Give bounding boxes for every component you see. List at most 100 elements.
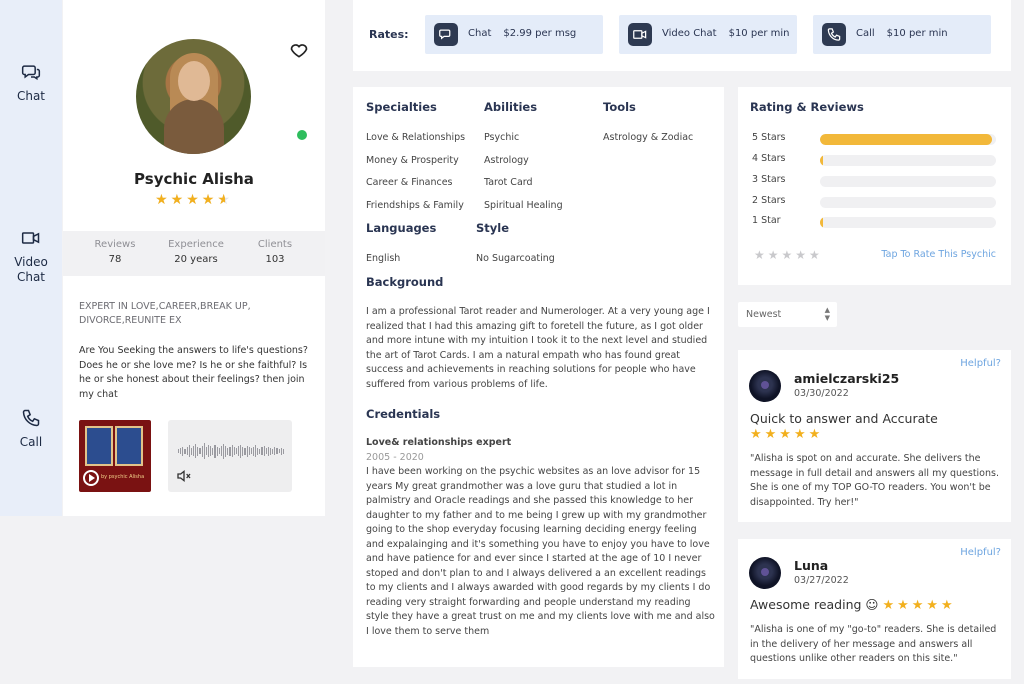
audio-intro-player[interactable] (168, 420, 292, 492)
intro-video-thumbnail[interactable]: by psychic Alisha (79, 420, 151, 492)
rail-chat-label: Chat (16, 89, 46, 103)
rating-row-label: 1 Star (752, 215, 781, 226)
online-status-dot (295, 128, 309, 142)
review-card: Helpful? Luna 03/27/2022 Awesome reading… (738, 539, 1011, 679)
rail-call-button[interactable]: Call (0, 408, 62, 450)
reviewer-name: amielczarski25 (794, 371, 900, 386)
review-title-row: Awesome reading ☺ ★★★★★ (750, 597, 956, 613)
chat-icon (21, 65, 41, 81)
profile-stats: Reviews 78 Experience 20 years Clients 103 (63, 231, 325, 276)
rating-bar-fill (820, 217, 823, 228)
rating-bar-fill (820, 155, 823, 166)
review-title: Awesome reading ☺ (750, 597, 879, 612)
phone-icon (827, 28, 841, 41)
action-rail: Chat Video Chat Call (0, 0, 62, 516)
psychic-rating-stars: ★★★★★★★★★★ (155, 192, 233, 208)
video-caption: by psychic Alisha (101, 474, 145, 480)
review-title: Quick to answer and Accurate (750, 411, 938, 426)
favorite-heart-icon[interactable] (289, 40, 309, 60)
review-date: 03/30/2022 (794, 388, 849, 399)
rail-video-chat-button[interactable]: Video Chat (0, 228, 62, 285)
tools-heading: Tools (603, 100, 636, 114)
sort-value: Newest (746, 309, 782, 320)
rating-row-label: 3 Stars (752, 174, 786, 185)
review-stars: ★★★★★ (882, 598, 956, 613)
credential-name: Love& relationships expert (366, 437, 512, 448)
rate-call-name: Call (856, 28, 875, 39)
rates-bar: Rates: Chat $2.99 per msg Video Chat $10 p… (353, 0, 1011, 71)
rating-row: 2 Stars (752, 195, 997, 209)
rate-chat-price: $2.99 per msg (503, 28, 577, 39)
stat-experience: Experience 20 years (168, 239, 224, 265)
helpful-button[interactable]: Helpful? (960, 358, 1001, 369)
ability-item: Astrology (484, 155, 529, 166)
rail-chat-button[interactable]: Chat (0, 62, 62, 104)
credential-years: 2005 - 2020 (366, 452, 424, 463)
rate-call-price: $10 per min (886, 28, 948, 39)
credential-text: I have been working on the psychic websi… (366, 466, 715, 637)
rating-bar-fill (820, 134, 993, 145)
review-card: Helpful? amielczarski25 03/30/2022 Quick… (738, 350, 1011, 522)
ratings-heading: Rating & Reviews (750, 100, 864, 114)
sort-arrows-icon: ▲ ▼ (824, 306, 830, 322)
tap-to-rate-link[interactable]: Tap To Rate This Psychic (881, 249, 996, 260)
profile-about: EXPERT in LOVE,CAREER,BREAK UP, DIVORCE,… (79, 300, 309, 402)
psychic-avatar (136, 39, 251, 154)
review-stars: ★★★★★ (750, 427, 824, 442)
rating-bar-track (820, 134, 996, 145)
rating-row: 3 Stars (752, 174, 997, 188)
stat-reviews: Reviews 78 (94, 239, 136, 265)
rating-bar-track (820, 155, 996, 166)
specialty-item: Love & Relationships (366, 132, 466, 143)
rate-video-chat[interactable]: Video Chat $10 per min (619, 15, 797, 54)
stat-clients: Clients 103 (257, 239, 293, 265)
rate-video-price: $10 per min (728, 28, 790, 39)
rating-row: 5 Stars (752, 132, 997, 146)
ability-item: Tarot Card (484, 177, 533, 188)
ability-item: Spiritual Healing (484, 200, 563, 211)
specialties-heading: Specialties (366, 100, 437, 114)
style-item: No Sugarcoating (476, 253, 555, 264)
specialty-item: Friendships & Family (366, 200, 464, 211)
rating-bar-track (820, 197, 996, 208)
rating-bar-track (820, 176, 996, 187)
specialty-item: Career & Finances (366, 177, 453, 188)
background-text: I am a professional Tarot reader and Num… (366, 306, 710, 390)
rating-row-label: 4 Stars (752, 153, 786, 164)
rate-chat-name: Chat (468, 28, 492, 39)
video-icon (21, 232, 40, 244)
helpful-button[interactable]: Helpful? (960, 547, 1001, 558)
tool-item: Astrology & Zodiac (603, 132, 694, 143)
details-panel: Specialties Love & Relationships Money &… (353, 87, 724, 667)
rate-stars-input[interactable]: ★★★★★ (754, 248, 823, 262)
credentials-heading: Credentials (366, 407, 441, 421)
speaker-icon[interactable] (176, 468, 192, 484)
sort-select[interactable]: Newest ▲ ▼ (738, 302, 837, 327)
languages-heading: Languages (366, 221, 437, 235)
rate-chat[interactable]: Chat $2.99 per msg (425, 15, 603, 54)
ability-item: Psychic (484, 132, 520, 143)
review-date: 03/27/2022 (794, 575, 849, 586)
abilities-heading: Abilities (484, 100, 538, 114)
chat-icon (439, 29, 451, 40)
profile-tagline: EXPERT in LOVE,CAREER,BREAK UP, DIVORCE,… (79, 301, 251, 326)
rating-bar-track (820, 217, 996, 228)
rating-row-label: 2 Stars (752, 195, 786, 206)
rail-call-label: Call (19, 435, 43, 449)
style-heading: Style (476, 221, 510, 235)
specialty-item: Money & Prosperity (366, 155, 459, 166)
rail-video-chat-label: Video Chat (14, 255, 48, 284)
rate-call[interactable]: Call $10 per min (813, 15, 991, 54)
audio-waveform (178, 442, 285, 460)
reviewer-avatar (749, 370, 781, 402)
ratings-panel: Rating & Reviews 5 Stars 4 Stars 3 Stars 2 … (738, 87, 1011, 285)
psychic-name: Psychic Alisha (134, 170, 254, 188)
reviewer-name: Luna (794, 558, 829, 573)
rating-row: 1 Star (752, 215, 997, 229)
profile-intro: Are You Seeking the answers to life's qu… (79, 345, 308, 400)
video-icon (633, 30, 647, 39)
review-body: "Alisha is spot on and accurate. She del… (750, 453, 999, 508)
rating-row: 4 Stars (752, 153, 997, 167)
play-icon (83, 470, 99, 486)
language-item: English (366, 253, 401, 264)
